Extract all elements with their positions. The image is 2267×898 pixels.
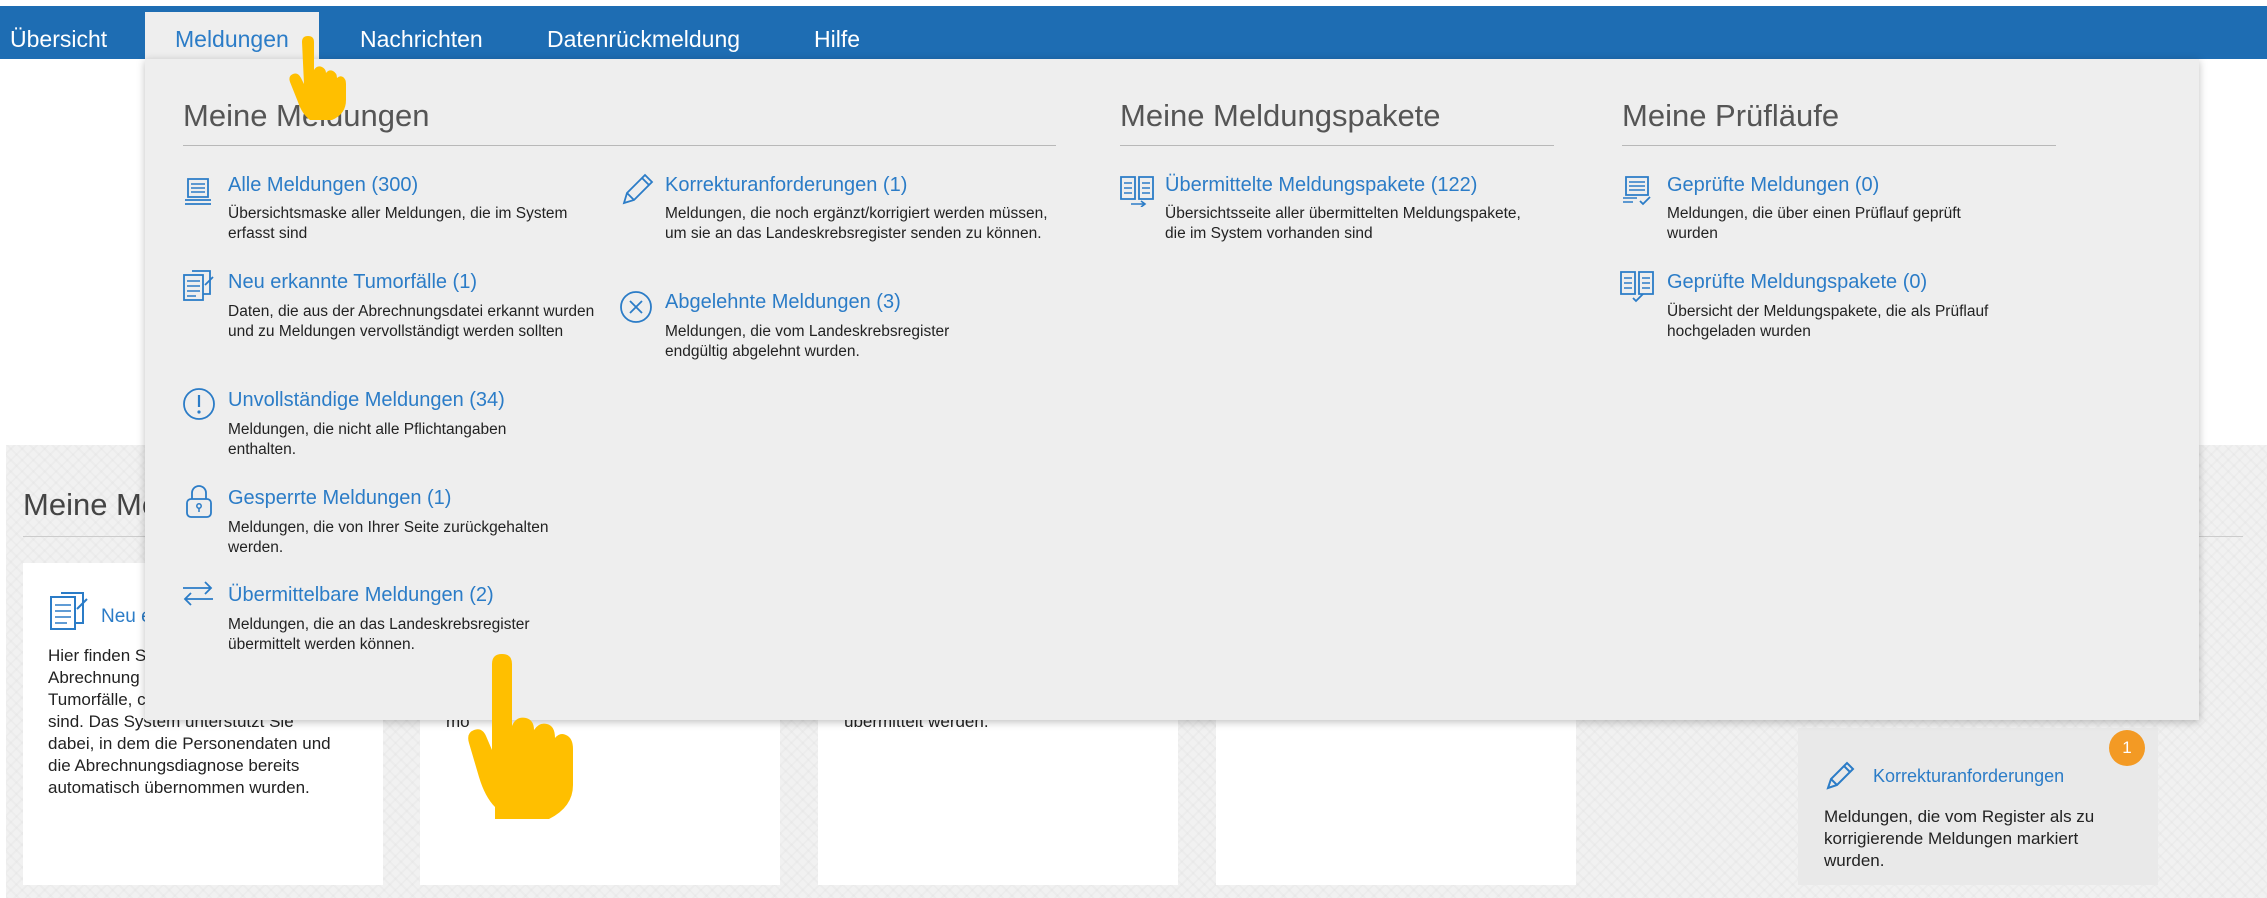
menu-item-desc: Meldungen, die nicht alle Pflichtangaben… <box>228 421 507 458</box>
pointer-hand-icon <box>468 654 573 819</box>
notification-badge: 1 <box>2109 730 2145 766</box>
menu-item-gepruefte-meldungspakete[interactable]: Geprüfte Meldungspakete (0) <box>1667 271 1927 294</box>
new-document-icon <box>50 592 88 630</box>
menu-item-desc: Meldungen, die vom Landeskrebsregister e… <box>665 323 950 360</box>
menu-item-desc: Meldungen, die über einen Prüflauf geprü… <box>1667 205 1961 242</box>
tab-nachrichten[interactable]: Nachrichten <box>360 6 483 59</box>
menu-item-neu-erkannte-tumorfaelle[interactable]: Neu erkannte Tumorfälle (1) <box>228 271 477 294</box>
card-korrektur-link[interactable]: Korrekturanforderungen <box>1873 766 2064 787</box>
card-korrektur-text: Meldungen, die vom Register als zu korri… <box>1824 807 2095 870</box>
dashboard-card-korrektur[interactable]: Korrekturanforderungen Meldungen, die vo… <box>1798 728 2158 885</box>
menu-item-desc: Meldungen, die noch ergänzt/korrigiert w… <box>665 205 1048 242</box>
dashboard-title: Meine Me <box>23 487 160 522</box>
menu-item-desc: Übersichtsseite aller übermittelten Meld… <box>1165 205 1521 242</box>
card-text-line: automatisch übernommen wurden. <box>48 778 310 797</box>
x-circle-icon <box>620 291 652 323</box>
menu-item-desc: Daten, die aus der Abrechnungsdatei erka… <box>228 303 595 340</box>
menu-item-alle-meldungen[interactable]: Alle Meldungen (300) <box>228 174 418 197</box>
menu-item-desc: Meldungen, die an das Landeskrebsregiste… <box>228 616 530 653</box>
menu-item-gesperrte-meldungen[interactable]: Gesperrte Meldungen (1) <box>228 487 451 510</box>
heading-meine-meldungspakete: Meine Meldungspakete <box>1120 98 1441 133</box>
menu-item-uebermittelte-meldungspakete[interactable]: Übermittelte Meldungspakete (122) <box>1165 174 1477 197</box>
pointer-hand-icon <box>289 36 346 120</box>
menu-item-desc: Meldungen, die von Ihrer Seite zurückgeh… <box>228 519 549 556</box>
checked-package-icon <box>1620 271 1654 303</box>
heading-meine-pruefleufe: Meine Prüfläufe <box>1622 98 1840 133</box>
card-text-line: die Abrechnungsdiagnose bereits <box>48 756 300 775</box>
menu-item-unvollstaendige-meldungen[interactable]: Unvollständige Meldungen (34) <box>228 389 505 412</box>
exclamation-circle-icon <box>183 388 215 420</box>
checked-document-icon <box>1623 176 1651 206</box>
lock-icon <box>186 485 212 518</box>
menu-item-uebermittelbare-meldungen[interactable]: Übermittelbare Meldungen (2) <box>228 584 494 607</box>
heading-divider <box>1120 145 1554 146</box>
pencil-icon <box>1826 761 1855 790</box>
heading-divider <box>183 145 1056 146</box>
tab-uebersicht[interactable]: Übersicht <box>10 6 107 59</box>
menu-item-desc: Übersicht der Meldungspakete, die als Pr… <box>1667 303 1989 340</box>
menu-item-desc: Übersichtsmaske aller Meldungen, die im … <box>228 205 568 242</box>
heading-divider <box>1622 145 2056 146</box>
package-sent-icon <box>1120 176 1154 207</box>
menu-item-gepruefte-meldungen[interactable]: Geprüfte Meldungen (0) <box>1667 174 1879 197</box>
tab-datenrueckmeldung[interactable]: Datenrückmeldung <box>547 6 740 59</box>
transfer-arrows-icon <box>183 581 213 606</box>
menu-item-abgelehnte-meldungen[interactable]: Abgelehnte Meldungen (3) <box>665 291 901 314</box>
list-document-icon <box>185 178 211 205</box>
tab-hilfe[interactable]: Hilfe <box>814 6 860 59</box>
new-document-icon <box>183 270 214 301</box>
pencil-icon <box>622 173 654 205</box>
card-text-line: dabei, in dem die Personendaten und <box>48 734 331 753</box>
meldungen-dropdown-menu: Meine Meldungen Alle Meldungen (300) Übe… <box>145 59 2199 720</box>
menu-item-korrekturanforderungen[interactable]: Korrekturanforderungen (1) <box>665 174 907 197</box>
